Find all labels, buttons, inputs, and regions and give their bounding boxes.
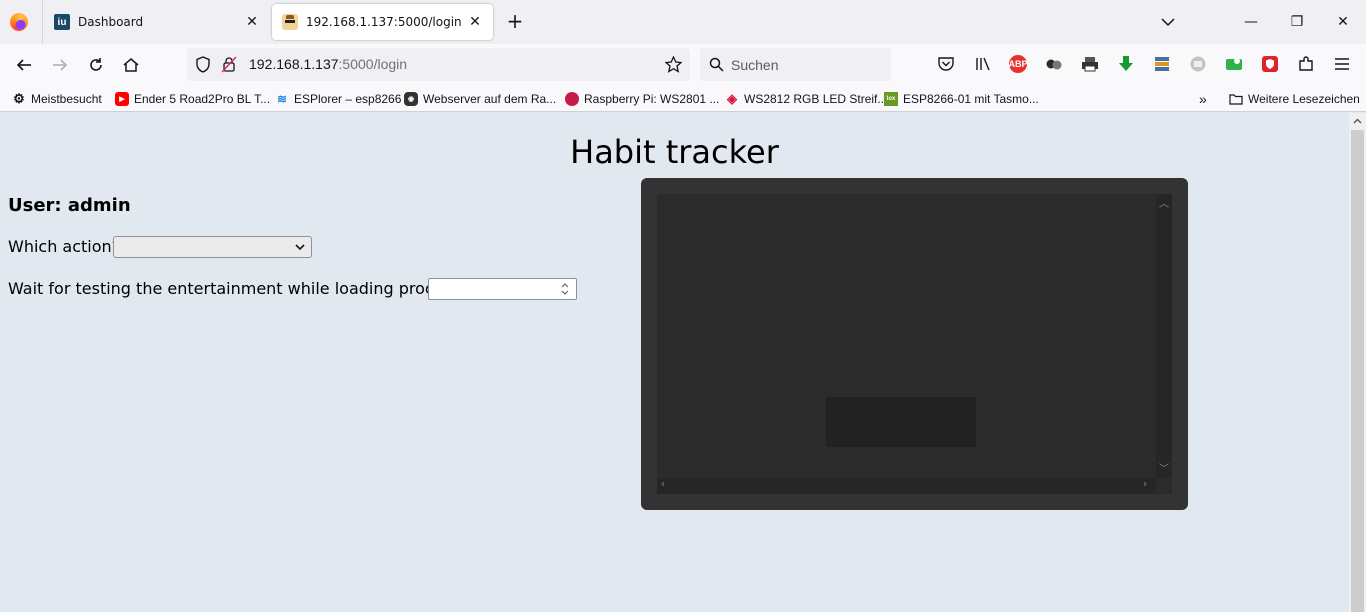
back-arrow-icon <box>16 59 31 71</box>
bookmark-star-icon[interactable] <box>665 56 682 73</box>
search-bar[interactable]: Suchen <box>700 48 891 81</box>
page-content: Habit tracker User: admin Which action? … <box>0 113 1349 612</box>
bookmark-label: Raspberry Pi: WS2801 ... <box>584 92 720 106</box>
insecure-lock-icon[interactable] <box>221 56 237 73</box>
search-icon <box>709 57 724 72</box>
wifi-icon: ≋ <box>276 92 288 106</box>
home-icon <box>123 58 139 72</box>
raspberry-icon <box>565 92 579 106</box>
monitor-stand-neck <box>826 397 976 447</box>
disabled-extension-icon[interactable] <box>1189 55 1207 73</box>
scroll-right-icon[interactable]: › <box>1143 479 1147 490</box>
back-button[interactable] <box>13 54 35 76</box>
adblock-plus-icon[interactable]: ABP <box>1009 55 1028 73</box>
forward-arrow-icon <box>53 59 68 71</box>
bookmark-item[interactable]: ⚙ Meistbesucht <box>12 90 102 108</box>
action-label: Which action? <box>8 237 121 256</box>
home-button[interactable] <box>120 54 142 76</box>
tab-strip: iu Dashboard ✕ 192.168.1.137:5000/login … <box>0 0 1366 44</box>
red-shield-extension-icon[interactable] <box>1261 55 1279 73</box>
stacked-servers-icon[interactable] <box>1153 55 1171 73</box>
page-scrollbar[interactable] <box>1349 113 1366 612</box>
chevron-down-icon <box>295 244 305 251</box>
extensions-puzzle-icon[interactable] <box>1297 55 1315 73</box>
scroll-left-icon[interactable]: ‹ <box>661 479 665 490</box>
bookmark-item[interactable]: Raspberry Pi: WS2801 ... <box>565 90 719 108</box>
bookmark-label: Webserver auf dem Ra... <box>423 92 557 106</box>
tab-title: 192.168.1.137:5000/login <box>306 15 462 29</box>
url-host: 192.168.1.137 <box>249 56 339 72</box>
monitor-stand-base <box>751 447 1051 462</box>
download-arrow-icon[interactable] <box>1117 55 1135 73</box>
bookmark-label: Ender 5 Road2Pro BL T... <box>134 92 271 106</box>
number-spinner-icon[interactable] <box>559 281 571 297</box>
scroll-up-icon[interactable] <box>1352 116 1363 127</box>
bookmark-item[interactable]: ◉ Webserver auf dem Ra... <box>404 90 556 108</box>
tab-dashboard[interactable]: iu Dashboard ✕ <box>44 4 270 40</box>
tab-login[interactable]: 192.168.1.137:5000/login ✕ <box>272 4 493 40</box>
bookmark-item[interactable]: ≋ ESPlorer – esp8266 <box>275 90 401 108</box>
robot-icon: ◉ <box>404 92 418 106</box>
bookmark-label: WS2812 RGB LED Streif... <box>744 92 888 106</box>
reload-icon <box>90 58 102 71</box>
shield-icon[interactable] <box>195 56 211 73</box>
list-all-tabs-icon[interactable] <box>1158 12 1178 32</box>
url-path: :5000/login <box>338 56 408 72</box>
more-bookmarks-chevron-icon[interactable]: » <box>1199 90 1207 108</box>
hamburger-menu-icon[interactable] <box>1333 55 1351 73</box>
green-extension-icon[interactable] <box>1225 55 1243 73</box>
library-icon[interactable] <box>974 55 992 73</box>
tab-separator <box>42 0 43 44</box>
wait-number-input[interactable] <box>428 278 577 300</box>
pocket-icon[interactable] <box>937 55 955 73</box>
bookmark-item[interactable]: lox ESP8266-01 mit Tasmo... <box>884 90 1039 108</box>
scroll-up-icon[interactable]: ︿ <box>1159 195 1169 210</box>
reload-button[interactable] <box>85 54 107 76</box>
drop-icon: ◈ <box>727 91 737 106</box>
horizontal-scrollbar[interactable]: ‹ › <box>657 478 1156 494</box>
new-tab-button[interactable]: + <box>505 10 525 34</box>
bookmark-label: ESPlorer – esp8266 <box>294 92 402 106</box>
search-placeholder: Suchen <box>731 57 779 73</box>
bookmark-label: Meistbesucht <box>31 92 102 106</box>
bookmark-label: Weitere Lesezeichen <box>1248 92 1360 106</box>
scrollbar-thumb[interactable] <box>1351 130 1364 612</box>
spy-cat-icon <box>282 14 298 30</box>
vertical-scrollbar[interactable]: ︿ ﹀ <box>1156 194 1172 478</box>
folder-icon <box>1229 94 1243 105</box>
close-window-button[interactable]: ✕ <box>1331 10 1355 34</box>
loxwiki-icon: lox <box>884 92 898 106</box>
gear-icon: ⚙ <box>13 91 25 106</box>
tab-title: Dashboard <box>78 15 144 29</box>
wait-label: Wait for testing the entertainment while… <box>8 279 469 298</box>
page-title: Habit tracker <box>570 133 779 171</box>
youtube-icon: ▶ <box>115 92 129 106</box>
iu-logo-icon: iu <box>54 14 70 30</box>
bookmark-item[interactable]: ◈ WS2812 RGB LED Streif... <box>725 90 887 108</box>
extension-spheres-icon[interactable] <box>1045 55 1063 73</box>
scroll-down-icon[interactable]: ﹀ <box>1159 460 1169 475</box>
bookmark-item[interactable]: ▶ Ender 5 Road2Pro BL T... <box>115 90 270 108</box>
forward-button[interactable] <box>49 54 71 76</box>
bookmark-label: ESP8266-01 mit Tasmo... <box>903 92 1039 106</box>
print-icon[interactable] <box>1081 55 1099 73</box>
close-tab-icon[interactable]: ✕ <box>467 14 483 30</box>
restore-button[interactable]: ❐ <box>1285 10 1309 34</box>
url-text[interactable]: 192.168.1.137:5000/login <box>249 56 407 72</box>
close-tab-icon[interactable]: ✕ <box>244 14 260 30</box>
url-bar[interactable]: 192.168.1.137:5000/login <box>187 48 690 81</box>
user-heading: User: admin <box>8 195 131 216</box>
navigation-toolbar: 192.168.1.137:5000/login Suchen ABP <box>0 44 1366 86</box>
bookmarks-toolbar: ⚙ Meistbesucht ▶ Ender 5 Road2Pro BL T..… <box>0 86 1366 112</box>
minimize-button[interactable]: — <box>1239 10 1263 34</box>
action-select[interactable] <box>113 236 312 258</box>
firefox-menu-icon[interactable] <box>10 13 28 31</box>
other-bookmarks-folder[interactable]: Weitere Lesezeichen <box>1229 90 1360 108</box>
